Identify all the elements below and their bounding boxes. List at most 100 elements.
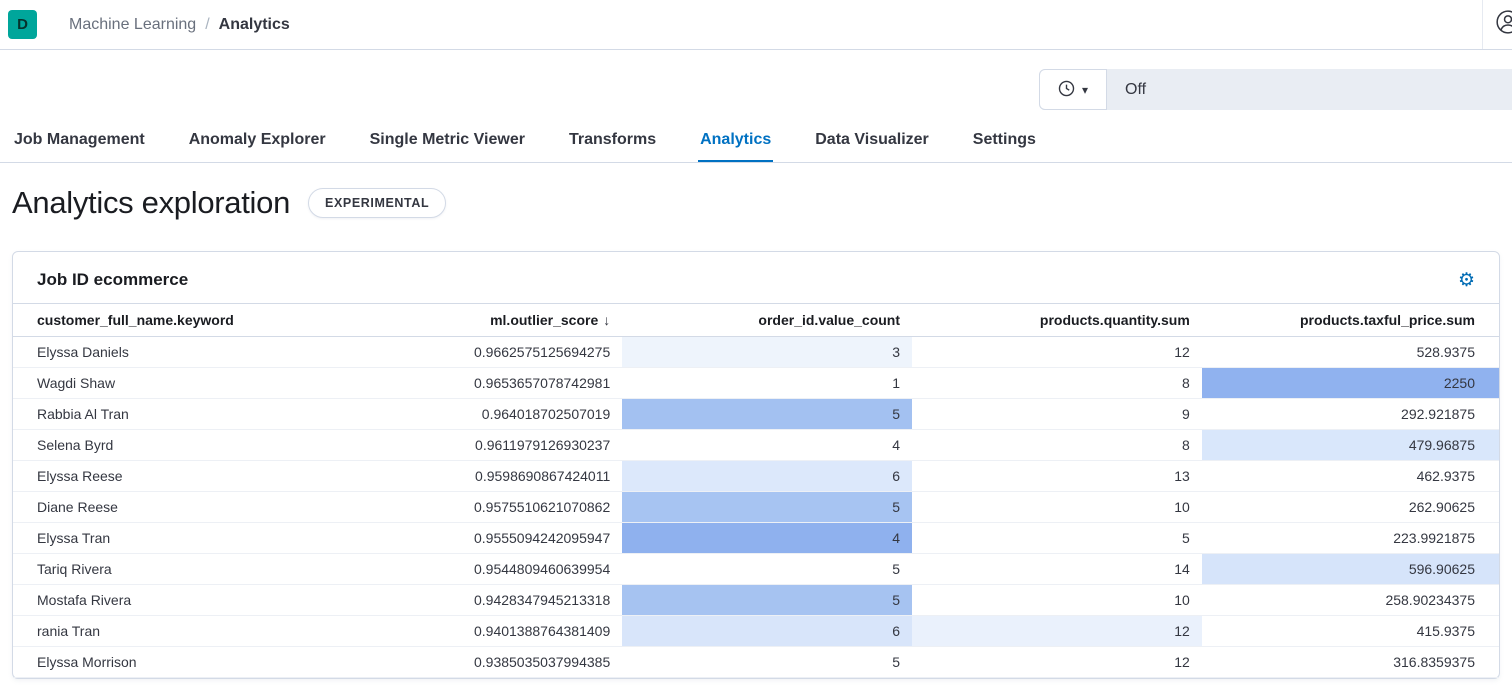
table-body: Elyssa Daniels0.9662575125694275312528.9… <box>13 337 1499 678</box>
table-cell: 3 <box>622 337 912 368</box>
table-cell: 0.9385035037994385 <box>414 647 622 678</box>
table-cell: 258.90234375 <box>1202 585 1499 616</box>
column-header-outlier-score[interactable]: ml.outlier_score↓ <box>414 304 622 337</box>
table-cell: 6 <box>622 616 912 647</box>
table-cell: 9 <box>912 399 1202 430</box>
panel-title: Job ID ecommerce <box>37 270 188 290</box>
table-cell: Selena Byrd <box>13 430 414 461</box>
table-cell: 5 <box>622 647 912 678</box>
table-cell: 0.9611979126930237 <box>414 430 622 461</box>
table-cell: 462.9375 <box>1202 461 1499 492</box>
table-row: Rabbia Al Tran0.96401870250701959292.921… <box>13 399 1499 430</box>
table-cell: 4 <box>622 430 912 461</box>
table-cell: 2250 <box>1202 368 1499 399</box>
toolbar-row: ▾ Off <box>0 50 1512 111</box>
table-cell: 12 <box>912 337 1202 368</box>
breadcrumb-separator: / <box>205 16 209 34</box>
table-cell: Wagdi Shaw <box>13 368 414 399</box>
experimental-badge: EXPERIMENTAL <box>308 188 446 218</box>
table-cell: Elyssa Tran <box>13 523 414 554</box>
table-cell: 8 <box>912 430 1202 461</box>
table-cell: 415.9375 <box>1202 616 1499 647</box>
table-row: Diane Reese0.9575510621070862510262.9062… <box>13 492 1499 523</box>
top-header: D Machine Learning / Analytics <box>0 0 1512 50</box>
table-cell: 0.9653657078742981 <box>414 368 622 399</box>
user-icon[interactable] <box>1495 9 1512 40</box>
table-cell: 5 <box>622 399 912 430</box>
table-cell: Elyssa Daniels <box>13 337 414 368</box>
tab-single-metric-viewer[interactable]: Single Metric Viewer <box>368 131 527 162</box>
table-cell: 528.9375 <box>1202 337 1499 368</box>
column-header-customer-name[interactable]: customer_full_name.keyword <box>13 304 414 337</box>
breadcrumb: Machine Learning / Analytics <box>69 16 290 34</box>
table-row: Mostafa Rivera0.9428347945213318510258.9… <box>13 585 1499 616</box>
tab-analytics[interactable]: Analytics <box>698 131 773 162</box>
table-cell: Diane Reese <box>13 492 414 523</box>
table-cell: 479.96875 <box>1202 430 1499 461</box>
table-cell: Rabbia Al Tran <box>13 399 414 430</box>
table-row: Selena Byrd0.961197912693023748479.96875 <box>13 430 1499 461</box>
table-cell: Elyssa Reese <box>13 461 414 492</box>
space-avatar[interactable]: D <box>8 10 37 39</box>
table-cell: 1 <box>622 368 912 399</box>
table-cell: 0.9598690867424011 <box>414 461 622 492</box>
table-cell: 5 <box>622 554 912 585</box>
chevron-down-icon: ▾ <box>1082 84 1088 96</box>
table-cell: rania Tran <box>13 616 414 647</box>
table-cell: 8 <box>912 368 1202 399</box>
page-header: Analytics exploration EXPERIMENTAL <box>0 163 1512 251</box>
gear-icon[interactable]: ⚙ <box>1458 271 1475 290</box>
breadcrumb-machine-learning[interactable]: Machine Learning <box>69 16 196 34</box>
super-date-picker: ▾ Off <box>1039 69 1512 110</box>
results-table: customer_full_name.keyword ml.outlier_sc… <box>13 303 1499 678</box>
table-cell: 0.9544809460639954 <box>414 554 622 585</box>
table-row: Wagdi Shaw0.9653657078742981182250 <box>13 368 1499 399</box>
table-cell: 10 <box>912 585 1202 616</box>
panel-header: Job ID ecommerce ⚙ <box>13 252 1499 303</box>
table-cell: 223.9921875 <box>1202 523 1499 554</box>
table-header-row: customer_full_name.keyword ml.outlier_sc… <box>13 304 1499 337</box>
table-cell: 292.921875 <box>1202 399 1499 430</box>
tab-settings[interactable]: Settings <box>971 131 1038 162</box>
refresh-interval-button[interactable]: ▾ <box>1039 69 1107 110</box>
table-cell: 5 <box>622 585 912 616</box>
table-row: Tariq Rivera0.9544809460639954514596.906… <box>13 554 1499 585</box>
ml-tab-bar: Job Management Anomaly Explorer Single M… <box>0 111 1512 163</box>
table-cell: 10 <box>912 492 1202 523</box>
column-header-order-count[interactable]: order_id.value_count <box>622 304 912 337</box>
table-cell: 0.9428347945213318 <box>414 585 622 616</box>
tab-data-visualizer[interactable]: Data Visualizer <box>813 131 931 162</box>
space-avatar-letter: D <box>17 16 28 33</box>
refresh-status[interactable]: Off <box>1107 69 1146 110</box>
table-cell: Tariq Rivera <box>13 554 414 585</box>
table-row: Elyssa Tran0.955509424209594745223.99218… <box>13 523 1499 554</box>
table-cell: 4 <box>622 523 912 554</box>
table-cell: 596.90625 <box>1202 554 1499 585</box>
table-row: Elyssa Morrison0.9385035037994385512316.… <box>13 647 1499 678</box>
table-row: Elyssa Reese0.9598690867424011613462.937… <box>13 461 1499 492</box>
table-cell: 5 <box>622 492 912 523</box>
clock-icon <box>1058 80 1075 100</box>
table-cell: 14 <box>912 554 1202 585</box>
breadcrumb-analytics: Analytics <box>219 16 290 34</box>
results-panel: Job ID ecommerce ⚙ customer_full_name.ke… <box>12 251 1500 679</box>
table-cell: Elyssa Morrison <box>13 647 414 678</box>
tab-transforms[interactable]: Transforms <box>567 131 658 162</box>
tab-job-management[interactable]: Job Management <box>12 131 147 162</box>
table-cell: 0.9662575125694275 <box>414 337 622 368</box>
table-cell: 13 <box>912 461 1202 492</box>
column-header-quantity-sum[interactable]: products.quantity.sum <box>912 304 1202 337</box>
table-row: rania Tran0.9401388764381409612415.9375 <box>13 616 1499 647</box>
page-title: Analytics exploration <box>12 185 290 221</box>
table-cell: 6 <box>622 461 912 492</box>
table-cell: 12 <box>912 647 1202 678</box>
sort-descending-icon: ↓ <box>603 312 610 328</box>
table-cell: 0.9401388764381409 <box>414 616 622 647</box>
table-cell: 262.90625 <box>1202 492 1499 523</box>
tab-anomaly-explorer[interactable]: Anomaly Explorer <box>187 131 328 162</box>
table-cell: 0.9575510621070862 <box>414 492 622 523</box>
table-cell: Mostafa Rivera <box>13 585 414 616</box>
table-cell: 12 <box>912 616 1202 647</box>
column-header-price-sum[interactable]: products.taxful_price.sum <box>1202 304 1499 337</box>
header-right-section <box>1482 0 1512 49</box>
